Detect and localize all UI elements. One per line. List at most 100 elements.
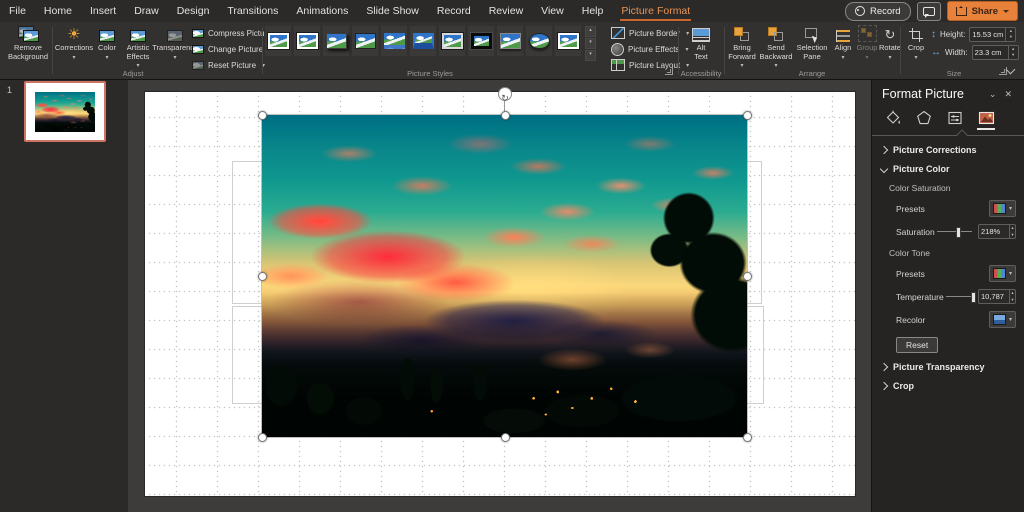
menu-tab-slide-show[interactable]: Slide Show [357, 0, 428, 22]
resize-handle-middle-right[interactable] [743, 272, 752, 281]
transparency-button[interactable]: Transparency [155, 25, 195, 62]
remove-background-label: Remove Background [6, 44, 50, 61]
saturation-slider[interactable] [937, 231, 972, 232]
comments-button[interactable] [917, 2, 941, 21]
picture-transparency-section[interactable]: Picture Transparency [872, 353, 1024, 372]
resize-handle-bottom-right[interactable] [743, 433, 752, 442]
menu-tab-insert[interactable]: Insert [81, 0, 125, 22]
rotation-handle[interactable] [498, 87, 512, 101]
picture-style-5[interactable] [381, 26, 407, 56]
preset-thumbnail-icon [993, 268, 1006, 279]
editing-canvas[interactable] [128, 79, 872, 512]
resize-handle-bottom-left[interactable] [258, 433, 267, 442]
effects-tab[interactable] [913, 108, 935, 128]
gallery-scroll-up-button[interactable]: ▴ [585, 26, 596, 37]
resize-handle-top-right[interactable] [743, 111, 752, 120]
resize-handle-middle-left[interactable] [258, 272, 267, 281]
menu-tab-record[interactable]: Record [428, 0, 480, 22]
color-button[interactable]: Color [93, 25, 121, 62]
menu-tab-review[interactable]: Review [480, 0, 532, 22]
saturation-slider-thumb[interactable] [956, 227, 961, 238]
menu-tab-help[interactable]: Help [573, 0, 613, 22]
send-backward-button[interactable]: Send Backward [759, 25, 793, 71]
size-properties-tab[interactable] [944, 108, 966, 128]
alt-text-button[interactable]: Alt Text [689, 25, 713, 61]
pane-close-icon[interactable]: ✕ [1000, 89, 1016, 100]
menu-tab-picture-format[interactable]: Picture Format [612, 0, 699, 22]
resize-handle-bottom-center[interactable] [501, 433, 510, 442]
remove-background-button[interactable]: Remove Background [6, 25, 50, 61]
crop-section[interactable]: Crop [872, 372, 1024, 391]
change-picture-button[interactable]: Change Picture [192, 42, 272, 56]
transparency-icon [167, 30, 183, 42]
group-button[interactable]: Group [855, 25, 879, 62]
picture-style-6[interactable] [410, 26, 436, 56]
bring-forward-button[interactable]: Bring Forward [725, 25, 759, 71]
format-picture-pane: Format Picture ⌄ ✕ [871, 79, 1024, 512]
reset-button[interactable]: Reset [896, 337, 938, 353]
slide-thumbnail-1[interactable] [24, 81, 106, 142]
selection-pane-button[interactable]: Selection Pane [793, 25, 831, 61]
picture-color-section[interactable]: Picture Color [872, 155, 1024, 174]
share-button[interactable]: Share [947, 1, 1018, 21]
tone-presets-dropdown[interactable]: ▾ [989, 265, 1016, 282]
record-icon [855, 6, 865, 16]
slide[interactable] [145, 92, 855, 496]
temperature-spinner[interactable]: ▴▾ [1009, 290, 1015, 303]
change-picture-icon [192, 45, 204, 54]
picture-style-7[interactable] [439, 26, 465, 56]
menu-tab-view[interactable]: View [532, 0, 573, 22]
picture-style-11[interactable] [555, 26, 581, 56]
temperature-slider[interactable] [946, 296, 972, 297]
align-button[interactable]: Align [831, 25, 855, 62]
pane-chevron-down-icon[interactable]: ⌄ [985, 89, 1001, 100]
rotate-icon: ↻ [885, 28, 896, 42]
menu-tab-design[interactable]: Design [168, 0, 219, 22]
width-input[interactable] [973, 48, 1008, 57]
temperature-slider-thumb[interactable] [971, 292, 976, 303]
menu-tab-transitions[interactable]: Transitions [218, 0, 287, 22]
gallery-more-button[interactable]: ▾ [585, 50, 596, 61]
fill-line-tab[interactable] [882, 108, 904, 128]
recolor-dropdown[interactable]: ▾ [989, 311, 1016, 328]
picture-style-2[interactable] [294, 26, 320, 56]
saturation-input[interactable] [979, 227, 1009, 236]
picture-style-8[interactable] [468, 26, 494, 56]
resize-handle-top-left[interactable] [258, 111, 267, 120]
record-button[interactable]: Record [845, 2, 911, 21]
picture-corrections-section[interactable]: Picture Corrections [872, 136, 1024, 155]
size-properties-icon [947, 110, 963, 126]
crop-button[interactable]: Crop [903, 25, 929, 62]
picture-styles-dialog-launcher[interactable] [665, 67, 673, 75]
gallery-scroll-down-button[interactable]: ▾ [585, 38, 596, 49]
saturation-spinner[interactable]: ▴▾ [1009, 225, 1015, 238]
collapse-ribbon-chevron-icon[interactable] [1006, 65, 1016, 75]
corrections-button[interactable]: ☀ Corrections [55, 25, 93, 62]
resize-handle-top-center[interactable] [501, 111, 510, 120]
width-spinner[interactable]: ▴▾ [1008, 46, 1018, 59]
picture-style-9[interactable] [497, 26, 523, 56]
menu-tab-draw[interactable]: Draw [125, 0, 168, 22]
rotate-button[interactable]: ↻ Rotate [879, 25, 901, 62]
picture-style-10[interactable] [526, 26, 552, 56]
ribbon-group-arrange: Bring Forward Send Backward Selection Pa… [725, 22, 899, 79]
height-input[interactable] [970, 30, 1005, 39]
picture-style-3[interactable] [323, 26, 349, 56]
temperature-input[interactable] [979, 292, 1009, 301]
menu-tab-animations[interactable]: Animations [287, 0, 357, 22]
picture-effects-button[interactable]: Picture Effects [611, 42, 688, 56]
saturation-presets-label: Presets [896, 204, 989, 214]
artistic-effects-button[interactable]: Artistic Effects [121, 25, 155, 71]
height-field-row: ↕ Height: ▴▾ [931, 27, 1016, 41]
arrange-group-label: Arrange [725, 69, 899, 78]
remove-background-icon [18, 26, 38, 42]
saturation-presets-dropdown[interactable]: ▾ [989, 200, 1016, 217]
preset-thumbnail-icon [993, 203, 1006, 214]
menu-tab-home[interactable]: Home [35, 0, 81, 22]
selected-picture[interactable] [262, 115, 747, 437]
picture-tab[interactable] [975, 108, 997, 128]
menu-tab-file[interactable]: File [0, 0, 35, 22]
picture-style-1[interactable] [265, 26, 291, 56]
picture-style-4[interactable] [352, 26, 378, 56]
height-spinner[interactable]: ▴▾ [1005, 28, 1015, 41]
